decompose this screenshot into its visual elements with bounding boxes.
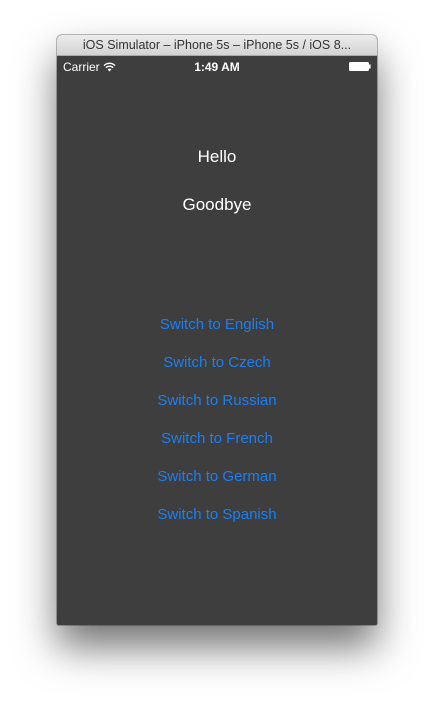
switch-to-czech-label: Switch to Czech (163, 354, 271, 371)
switch-to-english-label: Switch to English (159, 316, 275, 333)
switch-to-russian-label: Switch to Russian (157, 392, 277, 409)
window-title: iOS Simulator – iPhone 5s – iPhone 5s / … (82, 38, 352, 52)
switch-to-french-label: Switch to French (161, 430, 273, 447)
status-bar: Carrier 1:49 AM (57, 56, 377, 76)
switch-to-french-button[interactable]: Switch to French (57, 429, 377, 448)
simulator-window: iOS Simulator – iPhone 5s – iPhone 5s / … (57, 35, 377, 625)
status-time: 1:49 AM (194, 60, 240, 74)
battery-icon (349, 62, 371, 71)
switch-to-spanish-label: Switch to Spanish (157, 506, 277, 523)
switch-to-german-label: Switch to German (157, 468, 277, 485)
window-titlebar[interactable]: iOS Simulator – iPhone 5s – iPhone 5s / … (57, 35, 377, 56)
device-screen: Carrier 1:49 AM Hello Goodbye Switch to … (57, 56, 377, 625)
switch-to-german-button[interactable]: Switch to German (57, 467, 377, 486)
switch-to-english-button[interactable]: Switch to English (57, 315, 377, 334)
switch-to-spanish-button[interactable]: Switch to Spanish (57, 505, 377, 524)
switch-to-czech-button[interactable]: Switch to Czech (57, 353, 377, 372)
goodbye-label: Goodbye (182, 195, 252, 214)
switch-to-russian-button[interactable]: Switch to Russian (57, 391, 377, 410)
hello-label: Hello (197, 147, 237, 166)
